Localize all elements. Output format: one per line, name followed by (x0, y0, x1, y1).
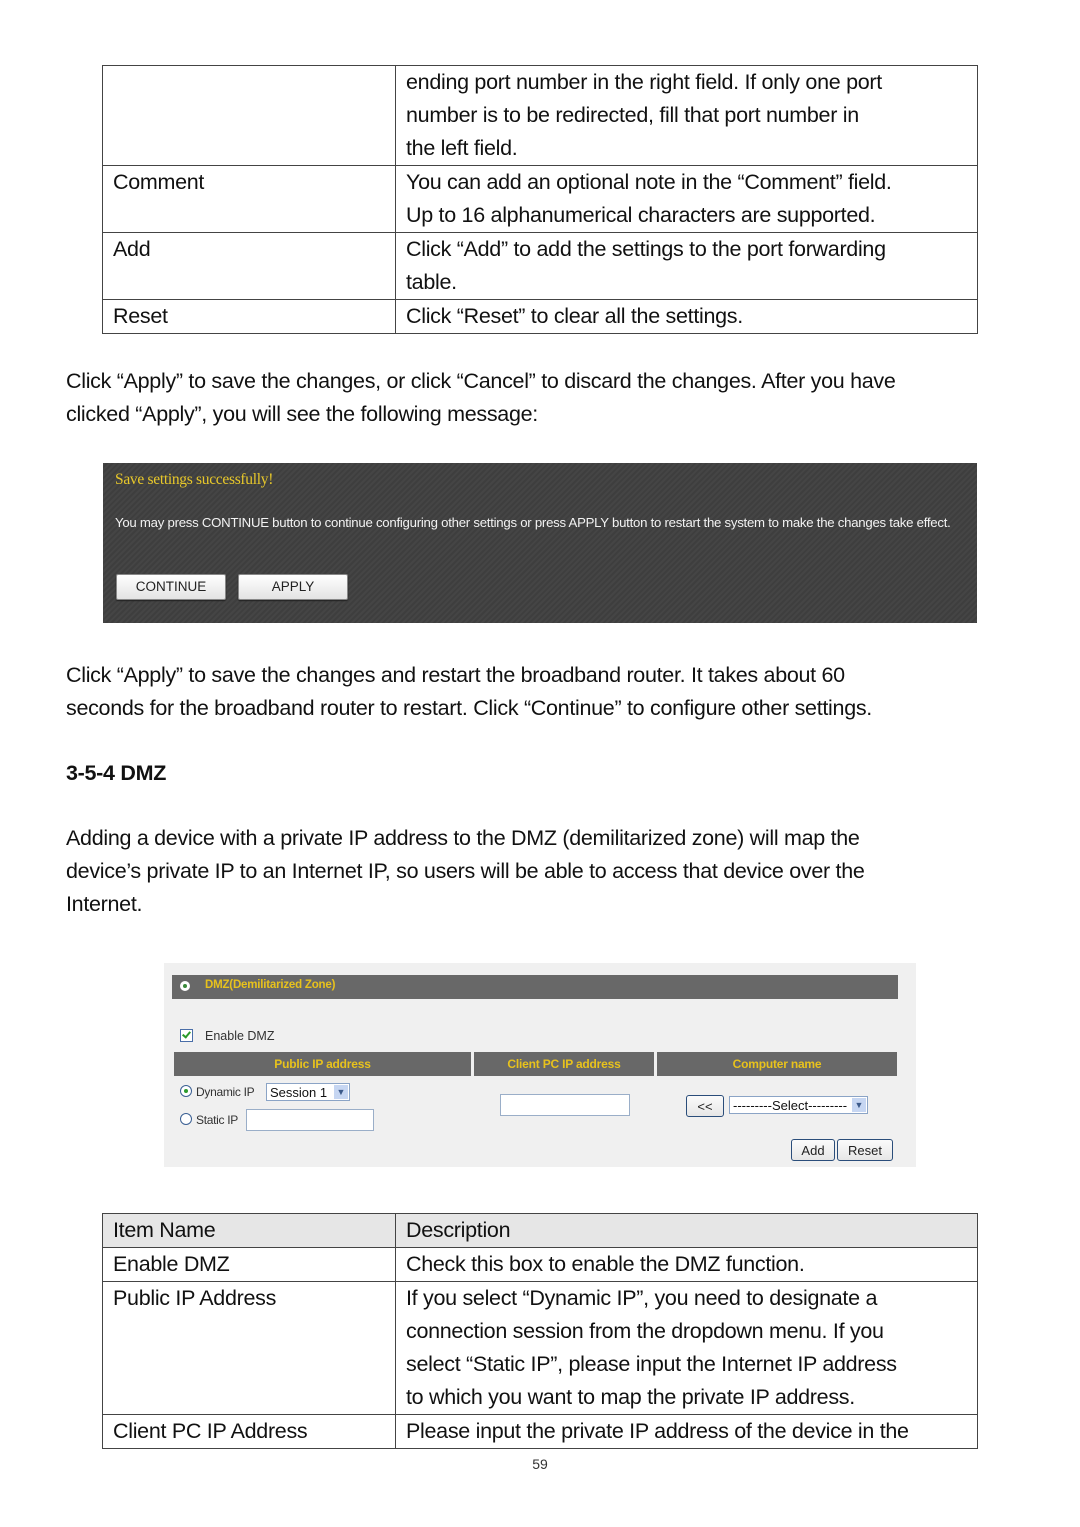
apply-button[interactable]: APPLY (238, 574, 348, 600)
continue-button[interactable]: CONTINUE (116, 574, 226, 600)
copy-computer-ip-button[interactable]: << (686, 1095, 724, 1117)
item-name-cell: Enable DMZ (102, 1247, 396, 1282)
paragraph-line: clicked “Apply”, you will see the follow… (66, 402, 538, 426)
description-header: Description (395, 1213, 978, 1248)
paragraph-line: Adding a device with a private IP addres… (66, 826, 860, 850)
session-select-value: Session 1 (270, 1085, 328, 1100)
dmz-description-table: Item Name Description Enable DMZ Check t… (102, 1213, 978, 1449)
item-name-cell: Reset (102, 299, 396, 334)
item-name-cell: Add (102, 232, 396, 300)
paragraph-line: Click “Apply” to save the changes and re… (66, 663, 845, 687)
table-row: Add Click “Add” to add the settings to t… (102, 232, 978, 300)
computer-select-value: ---------Select--------- (733, 1098, 848, 1113)
table-row: Comment You can add an optional note in … (102, 165, 978, 233)
bullet-icon (180, 981, 190, 991)
section-heading: 3-5-4 DMZ (66, 761, 167, 785)
dynamic-ip-label: Dynamic IP (196, 1085, 255, 1099)
save-success-title: Save settings successfully! (115, 471, 274, 488)
description-line: select “Static IP”, please input the Int… (406, 1352, 897, 1376)
table-row: Public IP Address If you select “Dynamic… (102, 1281, 978, 1415)
item-name-cell: Client PC IP Address (102, 1414, 396, 1449)
description-cell: ending port number in the right field. I… (395, 65, 978, 166)
page-number: 59 (532, 1456, 548, 1472)
chevron-down-icon: ▼ (334, 1085, 348, 1099)
computer-name-column-header: Computer name (657, 1052, 897, 1076)
public-ip-column-header: Public IP address (174, 1052, 471, 1076)
description-line: table. (406, 270, 457, 294)
add-button[interactable]: Add (791, 1139, 835, 1161)
apply-instruction-paragraph: Click “Apply” to save the changes, or cl… (66, 365, 1016, 431)
description-cell: Click “Add” to add the settings to the p… (395, 232, 978, 300)
description-line: Click “Reset” to clear all the settings. (406, 304, 743, 328)
description-cell: You can add an optional note in the “Com… (395, 165, 978, 233)
client-pc-ip-input[interactable] (500, 1094, 630, 1116)
description-line: You can add an optional note in the “Com… (406, 170, 892, 194)
description-line: Check this box to enable the DMZ functio… (406, 1252, 805, 1276)
static-ip-label: Static IP (196, 1113, 238, 1127)
table-header-row: Item Name Description (102, 1213, 978, 1248)
description-cell: Check this box to enable the DMZ functio… (395, 1247, 978, 1282)
static-ip-radio[interactable] (180, 1113, 192, 1125)
session-select[interactable]: Session 1 ▼ (266, 1083, 350, 1101)
reset-button[interactable]: Reset (837, 1139, 893, 1161)
description-line: connection session from the dropdown men… (406, 1319, 884, 1343)
description-line: Please input the private IP address of t… (406, 1419, 909, 1443)
item-name-header: Item Name (102, 1213, 396, 1248)
computer-name-select[interactable]: ---------Select--------- ▼ (729, 1096, 868, 1114)
dmz-intro-paragraph: Adding a device with a private IP addres… (66, 822, 1016, 921)
restart-instruction-paragraph: Click “Apply” to save the changes and re… (66, 659, 1016, 725)
port-forwarding-description-table: ending port number in the right field. I… (102, 65, 978, 334)
paragraph-line: device’s private IP to an Internet IP, s… (66, 859, 865, 883)
description-line: Up to 16 alphanumerical characters are s… (406, 203, 876, 227)
dmz-title-bar: DMZ(Demilitarized Zone) (172, 975, 898, 999)
description-line: ending port number in the right field. I… (406, 70, 882, 94)
item-name-cell (102, 65, 396, 166)
description-cell: Click “Reset” to clear all the settings. (395, 299, 978, 334)
dynamic-ip-radio[interactable] (180, 1085, 192, 1097)
table-row: Client PC IP Address Please input the pr… (102, 1414, 978, 1449)
dmz-panel-title: DMZ(Demilitarized Zone) (205, 979, 336, 991)
paragraph-line: Internet. (66, 892, 143, 916)
item-name-cell: Public IP Address (102, 1281, 396, 1415)
description-line: Click “Add” to add the settings to the p… (406, 237, 886, 261)
table-row: Reset Click “Reset” to clear all the set… (102, 299, 978, 334)
static-ip-input[interactable] (246, 1109, 374, 1131)
description-line: the left field. (406, 136, 518, 160)
client-pc-ip-column-header: Client PC IP address (474, 1052, 654, 1076)
paragraph-line: Click “Apply” to save the changes, or cl… (66, 369, 896, 393)
save-success-message: You may press CONTINUE button to continu… (115, 515, 951, 530)
save-settings-dialog-screenshot: Save settings successfully! You may pres… (103, 463, 977, 623)
description-cell: Please input the private IP address of t… (395, 1414, 978, 1449)
chevron-down-icon: ▼ (852, 1098, 866, 1112)
dmz-settings-panel-screenshot: DMZ(Demilitarized Zone) Enable DMZ Publi… (164, 963, 916, 1167)
description-line: to which you want to map the private IP … (406, 1385, 855, 1409)
paragraph-line: seconds for the broadband router to rest… (66, 696, 872, 720)
description-line: number is to be redirected, fill that po… (406, 103, 859, 127)
description-line: If you select “Dynamic IP”, you need to … (406, 1286, 878, 1310)
enable-dmz-label: Enable DMZ (205, 1029, 275, 1043)
table-row: ending port number in the right field. I… (102, 65, 978, 166)
enable-dmz-checkbox[interactable] (180, 1029, 193, 1042)
item-name-cell: Comment (102, 165, 396, 233)
description-cell: If you select “Dynamic IP”, you need to … (395, 1281, 978, 1415)
table-row: Enable DMZ Check this box to enable the … (102, 1247, 978, 1282)
